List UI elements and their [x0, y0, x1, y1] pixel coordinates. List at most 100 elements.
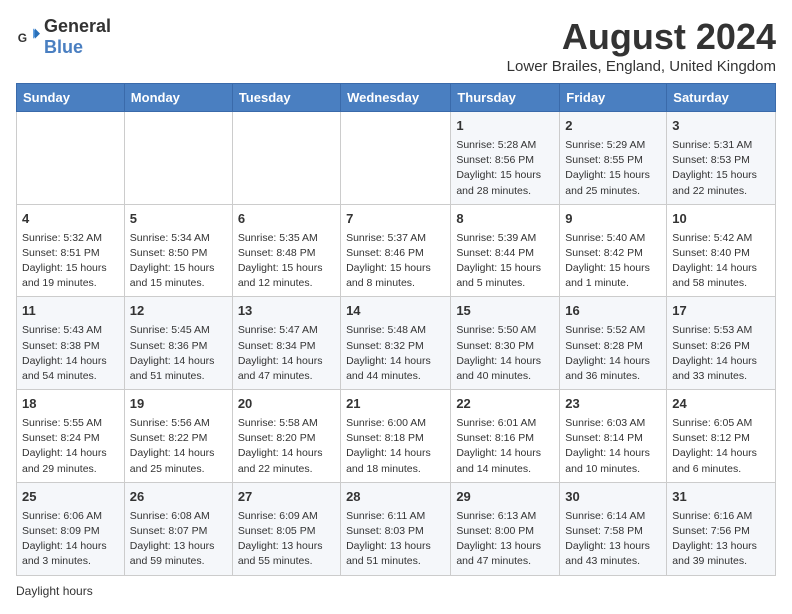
day-number: 13	[238, 302, 335, 321]
day-number: 7	[346, 210, 445, 229]
day-number: 18	[22, 395, 119, 414]
day-cell-3-1: 11Sunrise: 5:43 AM Sunset: 8:38 PM Dayli…	[17, 297, 125, 390]
day-number: 31	[672, 488, 770, 507]
day-cell-5-1: 25Sunrise: 6:06 AM Sunset: 8:09 PM Dayli…	[17, 482, 125, 575]
day-info: Sunrise: 5:35 AM Sunset: 8:48 PM Dayligh…	[238, 231, 335, 292]
day-number: 17	[672, 302, 770, 321]
day-cell-1-1	[17, 112, 125, 205]
header-wednesday: Wednesday	[341, 84, 451, 112]
day-info: Sunrise: 5:42 AM Sunset: 8:40 PM Dayligh…	[672, 231, 770, 292]
day-cell-2-6: 9Sunrise: 5:40 AM Sunset: 8:42 PM Daylig…	[560, 204, 667, 297]
day-number: 28	[346, 488, 445, 507]
day-info: Sunrise: 5:53 AM Sunset: 8:26 PM Dayligh…	[672, 323, 770, 384]
day-info: Sunrise: 6:03 AM Sunset: 8:14 PM Dayligh…	[565, 416, 661, 477]
note-daylight: Daylight hours	[16, 584, 776, 598]
day-info: Sunrise: 6:01 AM Sunset: 8:16 PM Dayligh…	[456, 416, 554, 477]
day-cell-2-5: 8 Sunrise: 5:39 AM Sunset: 8:44 PM Daylig…	[451, 204, 560, 297]
day-cell-3-6: 16 Sunrise: 5:52 AM Sunset: 8:28 PM Dayli…	[560, 297, 667, 390]
day-cell-1-4	[341, 112, 451, 205]
day-info: Sunrise: 5:34 AM Sunset: 8:50 PM Dayligh…	[130, 231, 227, 292]
day-info: Sunrise: 6:08 AM Sunset: 8:07 PM Dayligh…	[130, 509, 227, 570]
week-row-1: 1Sunrise: 5:28 AM Sunset: 8:56 PM Daylig…	[17, 112, 776, 205]
day-cell-1-6: 2 Sunrise: 5:29 AM Sunset: 8:55 PM Daylig…	[560, 112, 667, 205]
day-number: 16	[565, 302, 661, 321]
day-cell-5-4: 28 Sunrise: 6:11 AM Sunset: 8:03 PM Dayli…	[341, 482, 451, 575]
header-saturday: Saturday	[667, 84, 776, 112]
day-number: 2	[565, 117, 661, 136]
day-info: Sunrise: 6:09 AM Sunset: 8:05 PM Dayligh…	[238, 509, 335, 570]
header-row: SundayMondayTuesdayWednesdayThursdayFrid…	[17, 84, 776, 112]
logo-general: General	[44, 16, 111, 36]
day-number: 24	[672, 395, 770, 414]
day-cell-2-4: 7 Sunrise: 5:37 AM Sunset: 8:46 PM Daylig…	[341, 204, 451, 297]
day-number: 3	[672, 117, 770, 136]
week-row-3: 11Sunrise: 5:43 AM Sunset: 8:38 PM Dayli…	[17, 297, 776, 390]
day-number: 5	[130, 210, 227, 229]
day-cell-2-2: 5 Sunrise: 5:34 AM Sunset: 8:50 PM Daylig…	[124, 204, 232, 297]
day-info: Sunrise: 5:58 AM Sunset: 8:20 PM Dayligh…	[238, 416, 335, 477]
day-info: Sunrise: 5:40 AM Sunset: 8:42 PM Dayligh…	[565, 231, 661, 292]
day-cell-5-3: 27Sunrise: 6:09 AM Sunset: 8:05 PM Dayli…	[232, 482, 340, 575]
day-info: Sunrise: 6:14 AM Sunset: 7:58 PM Dayligh…	[565, 509, 661, 570]
day-cell-4-1: 18 Sunrise: 5:55 AM Sunset: 8:24 PM Dayli…	[17, 390, 125, 483]
day-cell-1-3	[232, 112, 340, 205]
day-cell-5-7: 31Sunrise: 6:16 AM Sunset: 7:56 PM Dayli…	[667, 482, 776, 575]
header-monday: Monday	[124, 84, 232, 112]
page-header: G General Blue August 2024 Lower Brailes…	[16, 16, 776, 75]
day-cell-4-7: 24 Sunrise: 6:05 AM Sunset: 8:12 PM Dayli…	[667, 390, 776, 483]
day-cell-4-5: 22 Sunrise: 6:01 AM Sunset: 8:16 PM Dayli…	[451, 390, 560, 483]
day-number: 15	[456, 302, 554, 321]
day-info: Sunrise: 5:29 AM Sunset: 8:55 PM Dayligh…	[565, 138, 661, 199]
day-info: Sunrise: 5:55 AM Sunset: 8:24 PM Dayligh…	[22, 416, 119, 477]
day-number: 19	[130, 395, 227, 414]
day-cell-3-7: 17 Sunrise: 5:53 AM Sunset: 8:26 PM Dayli…	[667, 297, 776, 390]
logo-text: General Blue	[44, 16, 111, 58]
week-row-4: 18 Sunrise: 5:55 AM Sunset: 8:24 PM Dayli…	[17, 390, 776, 483]
logo-icon: G	[16, 25, 40, 49]
day-cell-1-2	[124, 112, 232, 205]
day-cell-1-5: 1Sunrise: 5:28 AM Sunset: 8:56 PM Daylig…	[451, 112, 560, 205]
day-info: Sunrise: 5:50 AM Sunset: 8:30 PM Dayligh…	[456, 323, 554, 384]
calendar-table: SundayMondayTuesdayWednesdayThursdayFrid…	[16, 83, 776, 576]
day-info: Sunrise: 5:37 AM Sunset: 8:46 PM Dayligh…	[346, 231, 445, 292]
day-number: 21	[346, 395, 445, 414]
day-info: Sunrise: 5:39 AM Sunset: 8:44 PM Dayligh…	[456, 231, 554, 292]
day-cell-3-3: 13 Sunrise: 5:47 AM Sunset: 8:34 PM Dayli…	[232, 297, 340, 390]
header-friday: Friday	[560, 84, 667, 112]
day-cell-3-5: 15 Sunrise: 5:50 AM Sunset: 8:30 PM Dayli…	[451, 297, 560, 390]
day-cell-4-2: 19Sunrise: 5:56 AM Sunset: 8:22 PM Dayli…	[124, 390, 232, 483]
day-cell-4-6: 23 Sunrise: 6:03 AM Sunset: 8:14 PM Dayli…	[560, 390, 667, 483]
day-number: 26	[130, 488, 227, 507]
day-info: Sunrise: 6:13 AM Sunset: 8:00 PM Dayligh…	[456, 509, 554, 570]
day-info: Sunrise: 5:52 AM Sunset: 8:28 PM Dayligh…	[565, 323, 661, 384]
day-number: 29	[456, 488, 554, 507]
day-cell-5-2: 26 Sunrise: 6:08 AM Sunset: 8:07 PM Dayli…	[124, 482, 232, 575]
day-info: Sunrise: 6:11 AM Sunset: 8:03 PM Dayligh…	[346, 509, 445, 570]
day-number: 23	[565, 395, 661, 414]
day-number: 25	[22, 488, 119, 507]
header-sunday: Sunday	[17, 84, 125, 112]
header-thursday: Thursday	[451, 84, 560, 112]
header-tuesday: Tuesday	[232, 84, 340, 112]
day-info: Sunrise: 5:47 AM Sunset: 8:34 PM Dayligh…	[238, 323, 335, 384]
day-info: Sunrise: 5:28 AM Sunset: 8:56 PM Dayligh…	[456, 138, 554, 199]
day-cell-2-7: 10Sunrise: 5:42 AM Sunset: 8:40 PM Dayli…	[667, 204, 776, 297]
day-info: Sunrise: 5:32 AM Sunset: 8:51 PM Dayligh…	[22, 231, 119, 292]
day-cell-1-7: 3Sunrise: 5:31 AM Sunset: 8:53 PM Daylig…	[667, 112, 776, 205]
day-cell-3-2: 12Sunrise: 5:45 AM Sunset: 8:36 PM Dayli…	[124, 297, 232, 390]
day-number: 20	[238, 395, 335, 414]
daylight-note-text: Daylight hours	[16, 584, 93, 598]
day-number: 22	[456, 395, 554, 414]
day-cell-4-4: 21Sunrise: 6:00 AM Sunset: 8:18 PM Dayli…	[341, 390, 451, 483]
day-cell-2-1: 4 Sunrise: 5:32 AM Sunset: 8:51 PM Daylig…	[17, 204, 125, 297]
day-number: 12	[130, 302, 227, 321]
day-cell-5-5: 29 Sunrise: 6:13 AM Sunset: 8:00 PM Dayli…	[451, 482, 560, 575]
day-info: Sunrise: 6:05 AM Sunset: 8:12 PM Dayligh…	[672, 416, 770, 477]
week-row-2: 4 Sunrise: 5:32 AM Sunset: 8:51 PM Daylig…	[17, 204, 776, 297]
day-number: 14	[346, 302, 445, 321]
day-info: Sunrise: 5:43 AM Sunset: 8:38 PM Dayligh…	[22, 323, 119, 384]
day-number: 30	[565, 488, 661, 507]
day-number: 8	[456, 210, 554, 229]
day-number: 6	[238, 210, 335, 229]
day-number: 4	[22, 210, 119, 229]
